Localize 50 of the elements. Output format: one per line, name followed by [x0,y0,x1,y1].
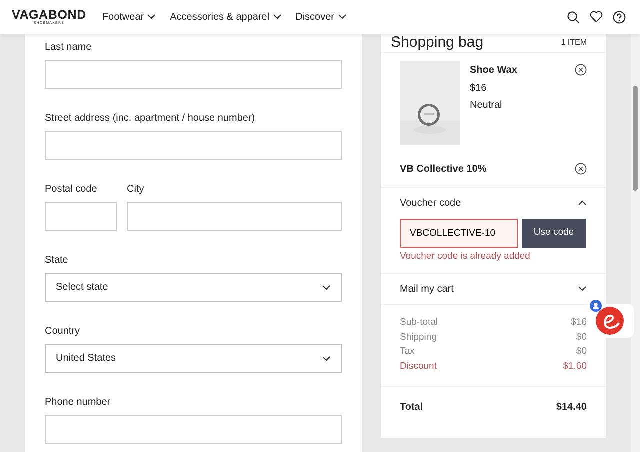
product-variant: Neutral [470,99,504,113]
select-field[interactable]: United States [45,344,342,373]
summary-label: Discount [400,360,437,374]
field-label: State [45,254,70,267]
promo-label: VB Collective 10% [400,162,487,176]
heart-icon[interactable] [590,11,603,23]
summary-label: Sub-total [400,316,438,330]
summary-value: $16 [571,316,587,330]
caret-icon [272,14,282,20]
input-field[interactable] [127,202,342,231]
total-label: Total [400,401,424,416]
input-field[interactable] [45,60,342,89]
select-field[interactable]: Select state [45,273,342,302]
search-icon[interactable] [567,10,580,24]
field-label: Phone number [45,396,112,409]
nav-menu[interactable]: Footwear [102,10,156,24]
product-name: Shoe Wax [470,64,518,78]
chat-widget-icon[interactable] [590,300,634,340]
use-code-button[interactable]: Use code [522,218,586,248]
field-label: Postal code [45,183,98,196]
summary-label: Shipping [400,330,437,345]
accordion-header[interactable]: Voucher code [381,188,606,218]
input-field[interactable] [45,131,342,160]
item-count: 1 ITEM [561,37,587,49]
caret-icon [322,356,331,362]
field-label: Street address (inc. apartment / house number) [45,112,256,125]
field-label: Country [45,325,82,338]
total-value: $14.40 [556,401,587,416]
input-field[interactable] [45,415,342,444]
nav-menu[interactable]: Discover [296,10,346,24]
summary-label: Tax [400,345,415,360]
input-field[interactable] [45,202,117,231]
remove-icon[interactable] [575,163,587,175]
caret-icon [147,14,156,20]
caret-icon [338,14,346,20]
remove-icon[interactable] [575,64,587,76]
nav-menu[interactable]: Accessories & apparel [170,10,282,24]
scroll-thumb[interactable] [633,86,638,191]
product-price: $16 [470,82,488,96]
brand-logo: VAGABOND [12,9,86,22]
voucher-input[interactable]: VBCOLLECTIVE-10 [400,218,518,248]
field-label: City [127,183,146,196]
summary-value: $0 [576,330,587,345]
summary-value: $1.60 [563,360,587,374]
help-icon[interactable] [613,10,626,24]
error-message: Voucher code is already added [400,250,532,264]
bag-title: Shopping bag [391,34,484,52]
summary-value: $0 [576,345,587,360]
field-label: Last name [45,41,93,54]
caret-icon [322,284,331,290]
